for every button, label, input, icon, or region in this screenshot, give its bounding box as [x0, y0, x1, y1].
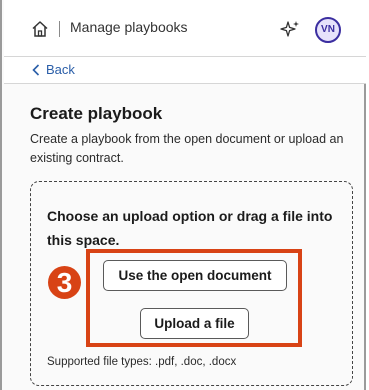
- header-divider: [59, 21, 60, 37]
- dropzone-heading: Choose an upload option or drag a file i…: [47, 208, 333, 248]
- back-label: Back: [46, 62, 75, 77]
- back-bar: Back: [4, 57, 366, 84]
- top-bar: Manage playbooks VN: [4, 0, 366, 57]
- step-badge: 3: [48, 266, 81, 299]
- sparkle-icon[interactable]: [279, 18, 301, 40]
- app-window: Manage playbooks VN Back Create playbook…: [0, 0, 366, 390]
- home-icon[interactable]: [30, 19, 50, 39]
- upload-file-button[interactable]: Upload a file: [140, 308, 249, 339]
- user-avatar[interactable]: VN: [315, 17, 341, 43]
- file-dropzone[interactable]: Choose an upload option or drag a file i…: [30, 181, 353, 386]
- page-title: Create playbook: [30, 104, 163, 123]
- supported-file-types: Supported file types: .pdf, .doc, .docx: [47, 356, 237, 368]
- app-title: Manage playbooks: [70, 19, 188, 35]
- chevron-left-icon: [32, 63, 40, 76]
- page-description: Create a playbook from the open document…: [30, 132, 344, 165]
- back-link[interactable]: Back: [32, 62, 75, 77]
- use-open-document-button[interactable]: Use the open document: [103, 260, 287, 291]
